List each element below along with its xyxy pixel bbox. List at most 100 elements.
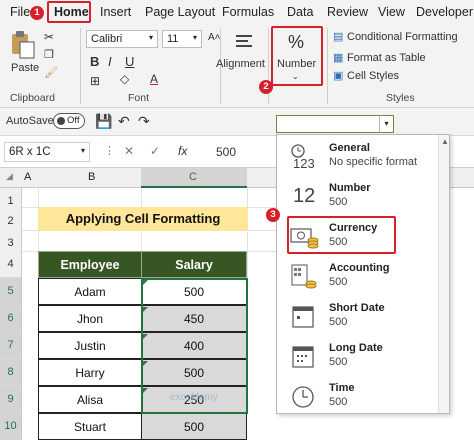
employee-cell[interactable]: Justin bbox=[38, 332, 142, 359]
tab-formulas[interactable]: Formulas bbox=[222, 5, 274, 19]
number-12-icon: 12 bbox=[289, 183, 319, 211]
format-as-table-button[interactable]: Format as Table bbox=[347, 52, 426, 64]
format-option-time[interactable]: Time 500 bbox=[277, 377, 439, 413]
row-header[interactable]: 6 bbox=[0, 305, 22, 332]
format-name: Long Date bbox=[329, 342, 383, 354]
cut-icon[interactable]: ✂ bbox=[44, 30, 54, 44]
paste-label[interactable]: Paste bbox=[11, 62, 39, 74]
toggle-state: Off bbox=[67, 115, 80, 126]
column-b-header[interactable]: B bbox=[88, 171, 95, 183]
format-option-long-date[interactable]: Long Date 500 bbox=[277, 337, 439, 377]
short-date-calendar-icon bbox=[289, 303, 319, 331]
conditional-formatting-button[interactable]: Conditional Formatting bbox=[347, 31, 458, 43]
insert-function-icon[interactable]: fx bbox=[178, 144, 187, 158]
chevron-down-icon[interactable]: ▾ bbox=[379, 116, 393, 132]
long-date-calendar-icon bbox=[289, 343, 319, 371]
font-name-value: Calibri bbox=[91, 33, 123, 45]
row-header[interactable]: 7 bbox=[0, 332, 22, 359]
format-sample: 500 bbox=[329, 196, 348, 208]
paste-icon[interactable] bbox=[8, 30, 36, 60]
format-option-short-date[interactable]: Short Date 500 bbox=[277, 297, 439, 337]
format-name: Number bbox=[329, 182, 371, 194]
conditional-formatting-icon[interactable]: ▤ bbox=[333, 30, 343, 43]
cell-styles-icon[interactable]: ▣ bbox=[333, 69, 343, 82]
employee-header-cell[interactable]: Employee bbox=[38, 251, 142, 278]
enter-icon[interactable]: ✓ bbox=[150, 144, 160, 158]
format-painter-icon[interactable]: 🖌 bbox=[44, 66, 58, 79]
row-header[interactable]: 9 bbox=[0, 386, 22, 413]
tab-file[interactable]: File bbox=[10, 5, 30, 19]
quick-access-toolbar: AutoSave Off 💾 ↶ ↷ bbox=[0, 108, 474, 136]
row-header[interactable]: 8 bbox=[0, 359, 22, 386]
dropdown-scrollbar[interactable]: ▲ bbox=[438, 135, 449, 413]
format-sample: 500 bbox=[329, 356, 348, 368]
borders-icon[interactable]: ⊞ bbox=[90, 74, 100, 88]
italic-button[interactable]: I bbox=[108, 54, 112, 69]
formula-value[interactable]: 500 bbox=[216, 145, 236, 159]
ribbon-tabs: File Home Insert Page Layout Formulas Da… bbox=[0, 0, 474, 24]
column-c-header[interactable]: C bbox=[141, 168, 247, 188]
employee-cell[interactable]: Stuart bbox=[38, 413, 142, 440]
fill-color-icon[interactable]: ◇ bbox=[120, 72, 129, 86]
format-as-table-icon[interactable]: ▦ bbox=[333, 51, 343, 64]
cell-styles-button[interactable]: Cell Styles bbox=[347, 70, 399, 82]
tab-developer[interactable]: Developer bbox=[416, 5, 473, 19]
increase-font-icon[interactable]: A˄ bbox=[208, 32, 221, 43]
tab-review[interactable]: Review bbox=[327, 5, 368, 19]
step-badge-1: 1 bbox=[30, 6, 44, 20]
tab-view[interactable]: View bbox=[378, 5, 405, 19]
employee-cell[interactable]: Harry bbox=[38, 359, 142, 386]
salary-cell[interactable]: 500 bbox=[141, 413, 247, 440]
tab-page-layout[interactable]: Page Layout bbox=[145, 5, 215, 19]
cancel-icon[interactable]: ✕ bbox=[124, 144, 134, 158]
step-badge-2: 2 bbox=[259, 80, 273, 94]
number-format-combobox[interactable]: ▾ bbox=[276, 115, 394, 133]
column-a-header[interactable]: A bbox=[24, 171, 31, 183]
row-header[interactable]: 4 bbox=[0, 251, 22, 278]
tab-data[interactable]: Data bbox=[287, 5, 313, 19]
alignment-icon[interactable] bbox=[234, 32, 254, 52]
format-sample: 500 bbox=[329, 316, 348, 328]
tab-insert[interactable]: Insert bbox=[100, 5, 131, 19]
bold-button[interactable]: B bbox=[90, 54, 99, 69]
autosave-label: AutoSave bbox=[6, 115, 54, 127]
format-option-accounting[interactable]: Accounting 500 bbox=[277, 257, 439, 297]
font-color-icon[interactable]: A bbox=[150, 72, 158, 86]
copy-icon[interactable]: ❐ bbox=[44, 48, 54, 61]
undo-icon[interactable]: ↶ bbox=[118, 113, 130, 130]
salary-header-cell[interactable]: Salary bbox=[141, 251, 247, 278]
font-name-select[interactable]: Calibri ▾ bbox=[86, 30, 158, 48]
employee-cell[interactable]: Jhon bbox=[38, 305, 142, 332]
font-size-select[interactable]: 11 ▾ bbox=[162, 30, 202, 48]
underline-button[interactable]: U bbox=[125, 54, 134, 69]
row-header[interactable]: 10 bbox=[0, 413, 22, 440]
employee-cell[interactable]: Adam bbox=[38, 278, 142, 305]
step-badge-3: 3 bbox=[266, 208, 280, 222]
employee-cell[interactable]: Alisa bbox=[38, 386, 142, 413]
format-option-number[interactable]: 12 Number 500 bbox=[277, 177, 439, 217]
scroll-up-icon[interactable]: ▲ bbox=[441, 137, 449, 146]
watermark-logo: exceldemy bbox=[170, 392, 218, 403]
save-icon[interactable]: 💾 bbox=[95, 113, 112, 130]
title-cell[interactable]: Applying Cell Formatting bbox=[38, 207, 248, 231]
format-name: General bbox=[329, 142, 370, 154]
chevron-down-icon: ▾ bbox=[80, 146, 85, 155]
number-highlight-box bbox=[271, 26, 323, 86]
autosave-toggle[interactable]: Off bbox=[53, 113, 85, 129]
alignment-label[interactable]: Alignment bbox=[216, 58, 265, 70]
redo-icon[interactable]: ↷ bbox=[138, 113, 150, 130]
row-header[interactable]: 5 bbox=[0, 278, 22, 305]
clipboard-group-label: Clipboard bbox=[10, 92, 55, 104]
clock-123-icon: 123 bbox=[289, 143, 319, 171]
font-size-value: 11 bbox=[167, 33, 179, 45]
format-name: Short Date bbox=[329, 302, 385, 314]
name-box-value: 6R x 1C bbox=[9, 146, 51, 158]
currency-highlight-box bbox=[287, 216, 396, 254]
format-sample: 500 bbox=[329, 276, 348, 288]
number-format-dropdown: 123 General No specific format 12 Number… bbox=[276, 134, 450, 414]
font-group-label: Font bbox=[128, 92, 150, 104]
format-option-general[interactable]: 123 General No specific format bbox=[277, 137, 439, 177]
format-sample: No specific format bbox=[329, 156, 418, 168]
name-box[interactable]: 6R x 1C ▾ bbox=[4, 142, 90, 162]
select-all-corner[interactable]: ◢ bbox=[6, 171, 13, 182]
